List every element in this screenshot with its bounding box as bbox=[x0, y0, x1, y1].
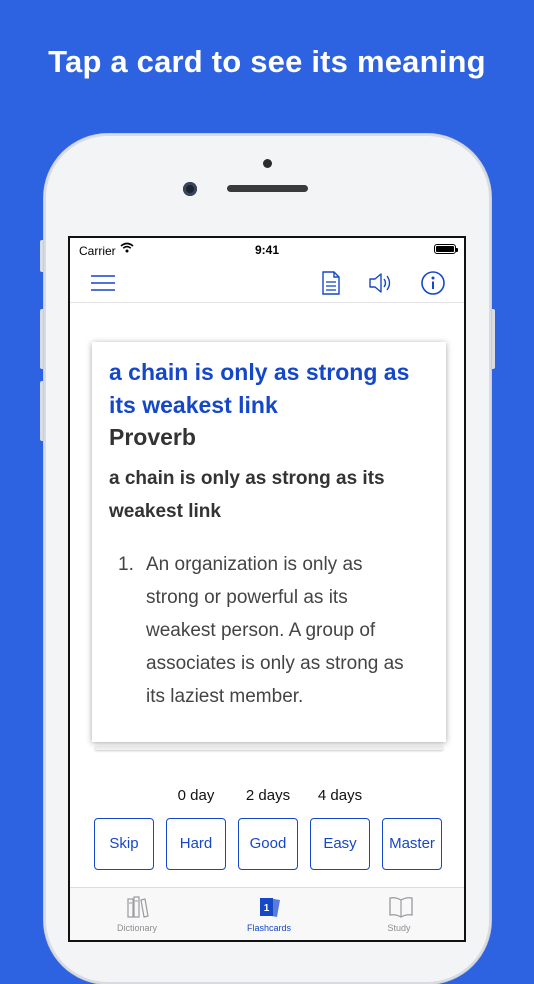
card-headword: a chain is only as strong as its weakest… bbox=[109, 468, 385, 522]
hard-button[interactable]: Hard bbox=[166, 818, 226, 870]
status-time: 9:41 bbox=[254, 243, 280, 257]
review-intervals: 0 day 2 days 4 days bbox=[70, 787, 464, 807]
battery-icon bbox=[434, 244, 458, 254]
skip-button[interactable]: Skip bbox=[94, 818, 154, 870]
flashcards-icon: 1 bbox=[260, 898, 280, 917]
card-term: a chain is only as strong as its weakest… bbox=[109, 359, 410, 418]
tab-bar: Dictionary 1 Flashcards Study bbox=[70, 887, 464, 940]
proximity-sensor bbox=[263, 159, 272, 168]
flashcard[interactable]: a chain is only as strong as its weakest… bbox=[92, 342, 446, 742]
definition-number: 1. bbox=[118, 554, 134, 575]
master-button[interactable]: Master bbox=[382, 818, 442, 870]
good-interval: 2 days bbox=[245, 787, 291, 804]
earpiece-speaker bbox=[227, 185, 308, 192]
document-icon[interactable] bbox=[318, 270, 344, 296]
flashcard-stack[interactable]: a chain is only as strong as its weakest… bbox=[92, 342, 446, 750]
hamburger-menu-icon[interactable] bbox=[90, 270, 116, 296]
navigation-bar bbox=[70, 262, 464, 303]
front-camera bbox=[183, 182, 197, 196]
info-icon[interactable] bbox=[420, 270, 446, 296]
good-button[interactable]: Good bbox=[238, 818, 298, 870]
books-icon bbox=[127, 896, 149, 918]
rating-buttons: Skip Hard Good Easy Master bbox=[70, 818, 464, 872]
part-of-speech: Proverb bbox=[109, 424, 196, 450]
app-screen: Carrier 9:41 a chain is only as strong a… bbox=[68, 236, 466, 942]
tab-dictionary-label: Dictionary bbox=[116, 923, 157, 933]
tab-study-label: Study bbox=[387, 923, 411, 933]
tab-flashcards[interactable]: 1 Flashcards bbox=[209, 888, 329, 940]
easy-interval: 4 days bbox=[317, 787, 363, 804]
tab-study[interactable]: Study bbox=[339, 888, 459, 940]
easy-button[interactable]: Easy bbox=[310, 818, 370, 870]
tab-flashcards-label: Flashcards bbox=[246, 923, 291, 933]
hard-interval: 0 day bbox=[177, 787, 215, 804]
svg-text:1: 1 bbox=[264, 903, 270, 914]
tab-dictionary[interactable]: Dictionary bbox=[77, 888, 197, 940]
stacked-card-edge bbox=[95, 746, 443, 750]
status-bar: Carrier 9:41 bbox=[70, 238, 464, 262]
speaker-icon[interactable] bbox=[368, 270, 394, 296]
definition-text: An organization is only as strong or pow… bbox=[146, 554, 404, 707]
promo-headline: Tap a card to see its meaning bbox=[48, 44, 486, 79]
open-book-icon bbox=[389, 897, 413, 918]
